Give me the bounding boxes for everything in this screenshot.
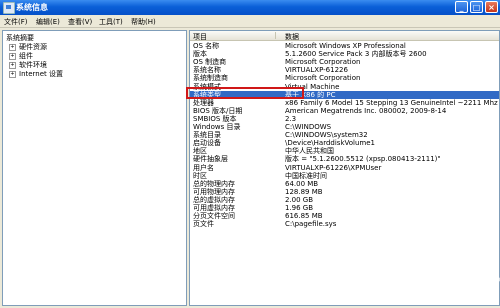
menu-help[interactable]: 帮助(H) (131, 17, 156, 27)
row-item-label: 版本 (193, 50, 207, 59)
row-item-label: 硬件抽象层 (193, 155, 228, 164)
row-item-label: 可用物理内存 (193, 187, 235, 196)
column-header-value[interactable]: 数据 (285, 32, 299, 42)
row-item-label: SMBIOS 版本 (193, 114, 237, 123)
expand-plus-icon[interactable]: + (9, 52, 16, 60)
row-item-value: 5.1.2600 Service Pack 3 内部版本号 2600 (285, 50, 427, 59)
menu-file[interactable]: 文件(F) (4, 17, 28, 27)
table-row[interactable]: 版本 5.1.2600 Service Pack 3 内部版本号 2600 (190, 50, 499, 58)
row-item-label: 可用虚拟内存 (193, 204, 235, 212)
row-item-label: OS 制造商 (193, 58, 227, 67)
row-item-value: 中国标准时间 (285, 171, 327, 180)
tree-item-label: 软件环境 (19, 61, 47, 69)
row-item-value: American Megatrends Inc. 080002, 2009-8-… (285, 106, 447, 115)
table-row[interactable]: 总的虚拟内存 2.00 GB (190, 196, 499, 204)
row-item-value: 2.3 (285, 114, 297, 123)
maximize-button[interactable]: □ (470, 1, 483, 13)
menu-tools[interactable]: 工具(T) (99, 17, 123, 27)
tree-item-label: 组件 (19, 52, 33, 60)
row-item-value: 1.96 GB (285, 204, 314, 212)
table-row[interactable]: 可用虚拟内存 1.96 GB (190, 204, 499, 212)
row-item-label: 时区 (193, 171, 207, 180)
row-item-value: VIRTUALXP-61226\XPMUser (285, 163, 382, 172)
table-row[interactable]: 系统名称 VIRTUALXP-61226 (190, 66, 499, 74)
row-item-value: VIRTUALXP-61226 (285, 66, 348, 75)
row-item-label: 页文件 (193, 220, 214, 229)
window-title: 系统信息 (16, 3, 48, 12)
table-row[interactable]: 启动设备 \Device\HarddiskVolume1 (190, 139, 499, 147)
expand-plus-icon[interactable]: + (9, 61, 16, 69)
row-item-label: BIOS 版本/日期 (193, 106, 243, 115)
row-item-value: Microsoft Corporation (285, 58, 361, 67)
row-item-label: 总的物理内存 (193, 179, 235, 188)
watermark-subtext: YING JIAN ZHI JIA.COM (410, 276, 500, 284)
row-item-label: Windows 目录 (193, 123, 241, 131)
tree-item-label: Internet 设置 (19, 70, 64, 78)
table-row[interactable]: OS 制造商 Microsoft Corporation (190, 58, 499, 66)
row-item-value: C:\WINDOWS\system32 (285, 131, 368, 140)
expand-plus-icon[interactable]: + (9, 43, 16, 51)
table-row[interactable]: 用户名 VIRTUALXP-61226\XPMUser (190, 164, 499, 172)
row-item-value: 616.85 MB (285, 212, 323, 221)
table-row[interactable]: 页文件 C:\pagefile.sys (190, 220, 499, 228)
table-row[interactable]: SMBIOS 版本 2.3 (190, 115, 499, 123)
title-bar: 系统信息 _ □ × (0, 0, 500, 15)
close-button[interactable]: × (485, 1, 498, 13)
table-row[interactable]: 系统制造商 Microsoft Corporation (190, 74, 499, 82)
table-row[interactable]: 时区 中国标准时间 (190, 172, 499, 180)
table-row[interactable]: 可用物理内存 128.89 MB (190, 188, 499, 196)
table-row[interactable]: 系统目录 C:\WINDOWS\system32 (190, 131, 499, 139)
row-item-value: 版本 = "5.1.2600.5512 (xpsp.080413-2111)" (285, 155, 441, 164)
row-item-label: OS 名称 (193, 42, 220, 50)
highlight-box (186, 87, 304, 99)
row-item-value: 64.00 MB (285, 179, 319, 188)
row-item-value: 128.89 MB (285, 187, 323, 196)
column-divider[interactable] (275, 32, 276, 39)
table-header: 项目 数据 (190, 31, 499, 41)
expand-plus-icon[interactable]: + (9, 70, 16, 78)
tree-item-internet-settings[interactable]: + Internet 设置 (9, 69, 63, 79)
row-item-label: 系统目录 (193, 131, 221, 140)
minimize-button[interactable]: _ (455, 1, 468, 13)
menu-bar: 文件(F) 编辑(E) 查看(V) 工具(T) 帮助(H) (0, 15, 500, 28)
table-row[interactable]: 总的物理内存 64.00 MB (190, 180, 499, 188)
table-row[interactable]: 硬件抽象层 版本 = "5.1.2600.5512 (xpsp.080413-21… (190, 155, 499, 163)
row-item-value: 2.00 GB (285, 195, 314, 204)
table-row[interactable]: Windows 目录 C:\WINDOWS (190, 123, 499, 131)
row-item-label: 总的虚拟内存 (193, 195, 235, 204)
watermark-logo-icon (362, 246, 404, 288)
row-item-value: \Device\HarddiskVolume1 (285, 139, 375, 148)
menu-edit[interactable]: 编辑(E) (36, 17, 60, 27)
row-item-value: Microsoft Corporation (285, 74, 361, 83)
table-row[interactable]: OS 名称 Microsoft Windows XP Professional (190, 42, 499, 50)
row-item-value: x86 Family 6 Model 15 Stepping 13 Genuin… (285, 98, 498, 107)
row-item-value: Microsoft Windows XP Professional (285, 42, 406, 50)
row-item-label: 启动设备 (193, 139, 221, 148)
row-item-label: 分页文件空间 (193, 212, 235, 221)
row-item-label: 系统制造商 (193, 74, 228, 83)
watermark: 硬件之家 YING JIAN ZHI JIA.COM (362, 244, 500, 300)
tree-item-label: 硬件资源 (19, 43, 47, 51)
table-row[interactable]: 处理器 x86 Family 6 Model 15 Stepping 13 Gen… (190, 99, 499, 107)
table-row[interactable]: 分页文件空间 616.85 MB (190, 212, 499, 220)
category-tree: 系统摘要 + 硬件资源 + 组件 + 软件环境 + Internet 设置 (2, 30, 187, 306)
row-item-label: 处理器 (193, 98, 214, 107)
row-item-value: C:\WINDOWS (285, 123, 332, 131)
row-item-label: 用户名 (193, 163, 214, 172)
tree-item-label: 系统摘要 (6, 34, 34, 42)
system-info-app-icon (3, 2, 15, 14)
table-row[interactable]: BIOS 版本/日期 American Megatrends Inc. 08000… (190, 107, 499, 115)
column-header-item[interactable]: 项目 (193, 32, 207, 42)
row-item-value: C:\pagefile.sys (285, 220, 337, 229)
menu-view[interactable]: 查看(V) (68, 17, 92, 27)
watermark-text: 硬件之家 (410, 252, 491, 274)
